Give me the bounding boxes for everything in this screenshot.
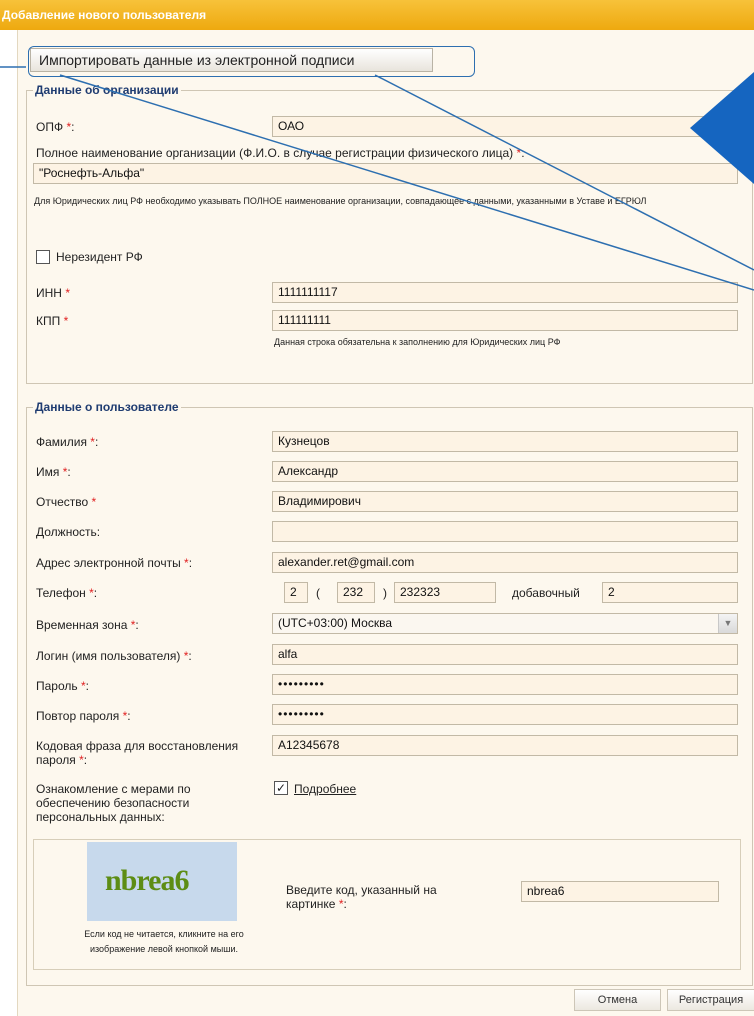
callout-line-2 — [374, 74, 754, 271]
annotation-overlay — [0, 66, 754, 291]
blue-arrow-icon — [690, 72, 754, 184]
callout-line-1 — [59, 74, 754, 291]
